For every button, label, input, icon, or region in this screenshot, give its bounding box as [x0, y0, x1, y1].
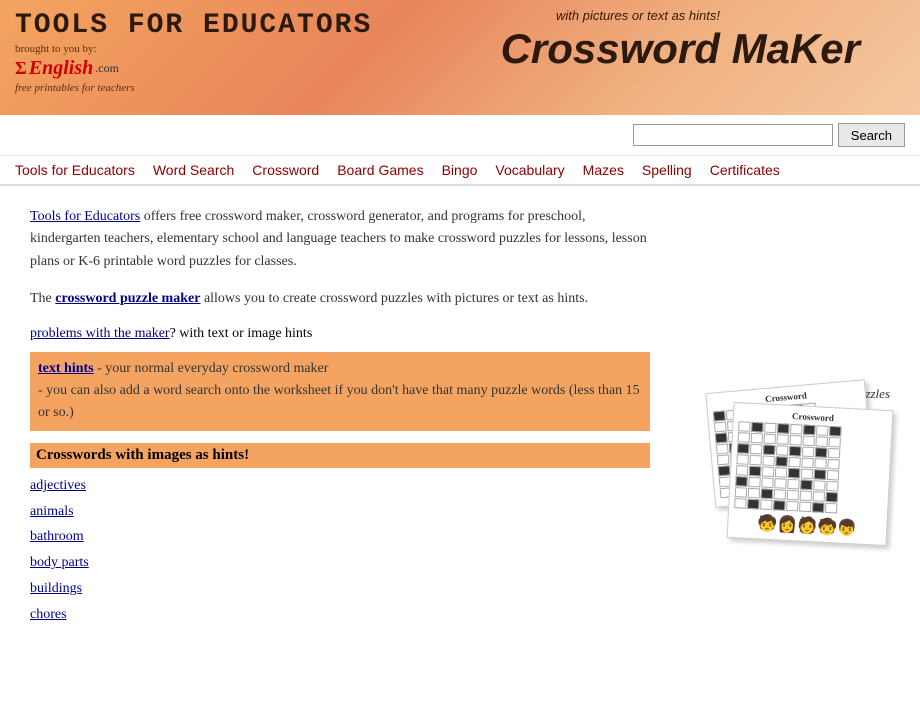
- link-bathroom[interactable]: bathroom: [30, 525, 650, 549]
- crosswords-images-title: Crosswords with images as hints!: [30, 443, 650, 468]
- text-hints-link[interactable]: text hints: [38, 361, 94, 376]
- crossword-maker-link[interactable]: crossword puzzle maker: [55, 291, 200, 306]
- search-button[interactable]: Search: [838, 123, 905, 147]
- crosswords-images-section: Crosswords with images as hints! adjecti…: [30, 443, 650, 627]
- link-body-parts[interactable]: body parts: [30, 551, 650, 575]
- header-maker-title: Crossword MaKer: [501, 25, 860, 73]
- problems-link[interactable]: problems with the maker: [30, 326, 170, 341]
- header-subtitle: with pictures or text as hints!: [556, 8, 720, 23]
- nav-certificates[interactable]: Certificates: [710, 162, 780, 178]
- content-right: Crossword Crossword: [670, 206, 890, 627]
- problems-text: ? with text or image hints: [170, 326, 313, 341]
- image-links-list: adjectives animals bathroom body parts b…: [30, 474, 650, 627]
- crossword-maker-paragraph: The crossword puzzle maker allows you to…: [30, 288, 650, 310]
- nav-crossword[interactable]: Crossword: [252, 162, 319, 178]
- site-header: Tools for Educators brought to you by: Σ…: [0, 0, 920, 115]
- logo-com: .com: [95, 61, 119, 76]
- text-hints-content: text hints - your normal everyday crossw…: [38, 361, 328, 376]
- nav-spelling[interactable]: Spelling: [642, 162, 692, 178]
- text-hints-extra: - you can also add a word search onto th…: [38, 383, 640, 420]
- nav-mazes[interactable]: Mazes: [583, 162, 624, 178]
- mini-grid-2: [734, 421, 886, 516]
- puzzle-preview-container: Crossword Crossword: [670, 386, 890, 616]
- nav-vocabulary[interactable]: Vocabulary: [495, 162, 564, 178]
- nav-word-search[interactable]: Word Search: [153, 162, 234, 178]
- search-input[interactable]: [633, 124, 833, 146]
- intro-text-2: The: [30, 291, 55, 306]
- intro-text-3: allows you to create crossword puzzles w…: [204, 291, 588, 306]
- content-left: Tools for Educators offers free crosswor…: [30, 206, 650, 627]
- nav-board-games[interactable]: Board Games: [337, 162, 423, 178]
- link-buildings[interactable]: buildings: [30, 577, 650, 601]
- logo-english: English: [29, 57, 93, 80]
- intro-paragraph: Tools for Educators offers free crosswor…: [30, 206, 650, 273]
- cartoon-figures: 🧒👩🧑🧒👦: [733, 512, 882, 540]
- link-animals[interactable]: animals: [30, 500, 650, 524]
- nav-tools-educators[interactable]: Tools for Educators: [15, 162, 135, 178]
- search-bar: Search: [0, 115, 920, 156]
- link-adjectives[interactable]: adjectives: [30, 474, 650, 498]
- main-content: Tools for Educators offers free crosswor…: [0, 186, 920, 647]
- main-navigation: Tools for Educators Word Search Crosswor…: [0, 156, 920, 186]
- link-chores[interactable]: chores: [30, 603, 650, 627]
- logo-sigma-icon: Σ: [15, 58, 27, 79]
- nav-bingo[interactable]: Bingo: [442, 162, 478, 178]
- tools-educators-link[interactable]: Tools for Educators: [30, 209, 140, 224]
- puzzle-paper-2: Crossword 🧒👩🧑🧒👦: [727, 402, 894, 546]
- problems-line: problems with the maker? with text or im…: [30, 326, 650, 342]
- text-hints-section: text hints - your normal everyday crossw…: [30, 352, 650, 431]
- text-hints-desc: - your normal everyday crossword maker: [97, 361, 328, 376]
- header-free-text: free printables for teachers: [15, 82, 905, 94]
